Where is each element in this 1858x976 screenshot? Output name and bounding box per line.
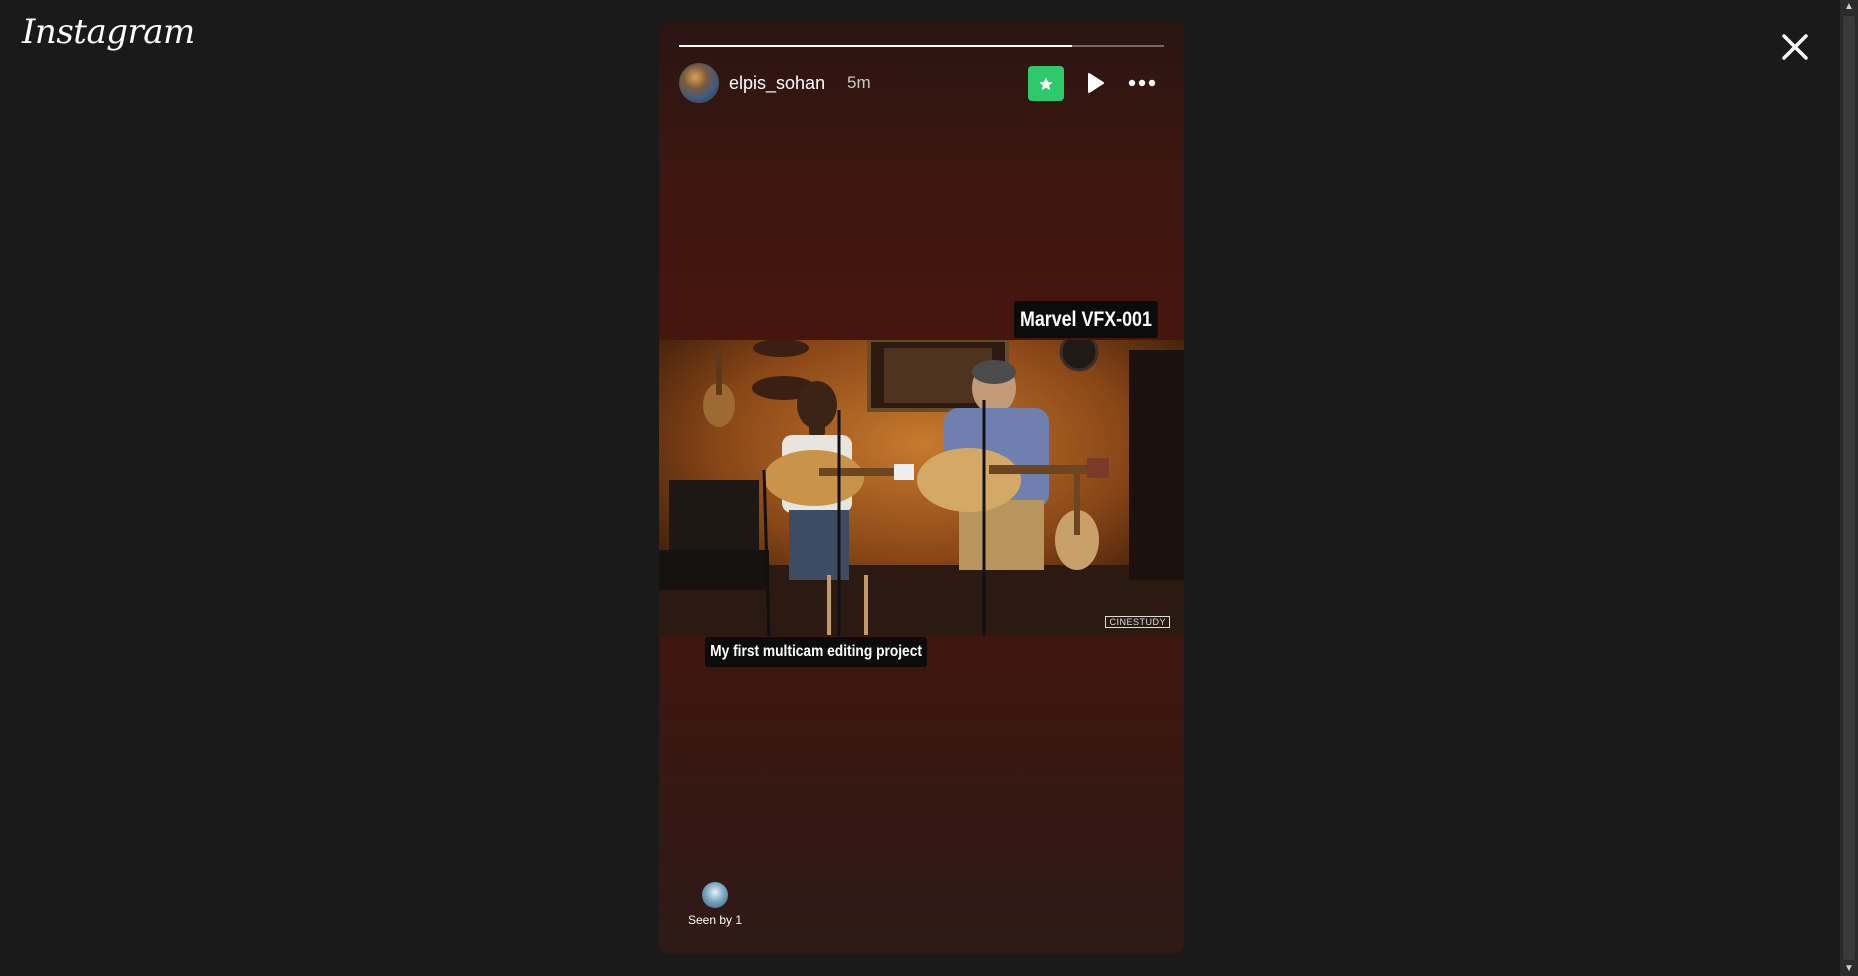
play-icon[interactable] (1084, 71, 1106, 95)
scrollbar[interactable]: ▲ ▼ (1840, 0, 1858, 976)
story-time: 5m (847, 73, 871, 92)
user-avatar[interactable] (679, 63, 719, 103)
video-watermark: CINESTUDY (1105, 616, 1170, 628)
seen-by-button[interactable]: Seen by 1 (687, 882, 743, 927)
story-sticker-label: Marvel VFX-001 (1014, 301, 1158, 338)
instagram-logo[interactable]: Instagram (22, 12, 195, 52)
scrollbar-thumb[interactable] (1843, 16, 1855, 960)
story-caption: My first multicam editing project (705, 637, 928, 667)
scroll-up-arrow-icon[interactable]: ▲ (1840, 0, 1858, 14)
more-options-icon[interactable] (1126, 71, 1158, 95)
seen-by-label: Seen by 1 (687, 913, 743, 927)
star-icon[interactable] (1028, 66, 1064, 101)
scroll-down-arrow-icon[interactable]: ▼ (1840, 962, 1858, 976)
story-progress-fill (679, 45, 1072, 47)
story-viewer[interactable]: elpis_sohan 5m Marvel VFX-001 CINESTUDY … (659, 21, 1184, 954)
story-video[interactable]: CINESTUDY (659, 340, 1184, 636)
viewer-avatar (702, 882, 728, 908)
story-header: elpis_sohan 5m (679, 63, 1164, 103)
story-progress-bar (679, 45, 1164, 47)
username-link[interactable]: elpis_sohan (729, 73, 825, 94)
close-icon[interactable] (1776, 28, 1814, 66)
